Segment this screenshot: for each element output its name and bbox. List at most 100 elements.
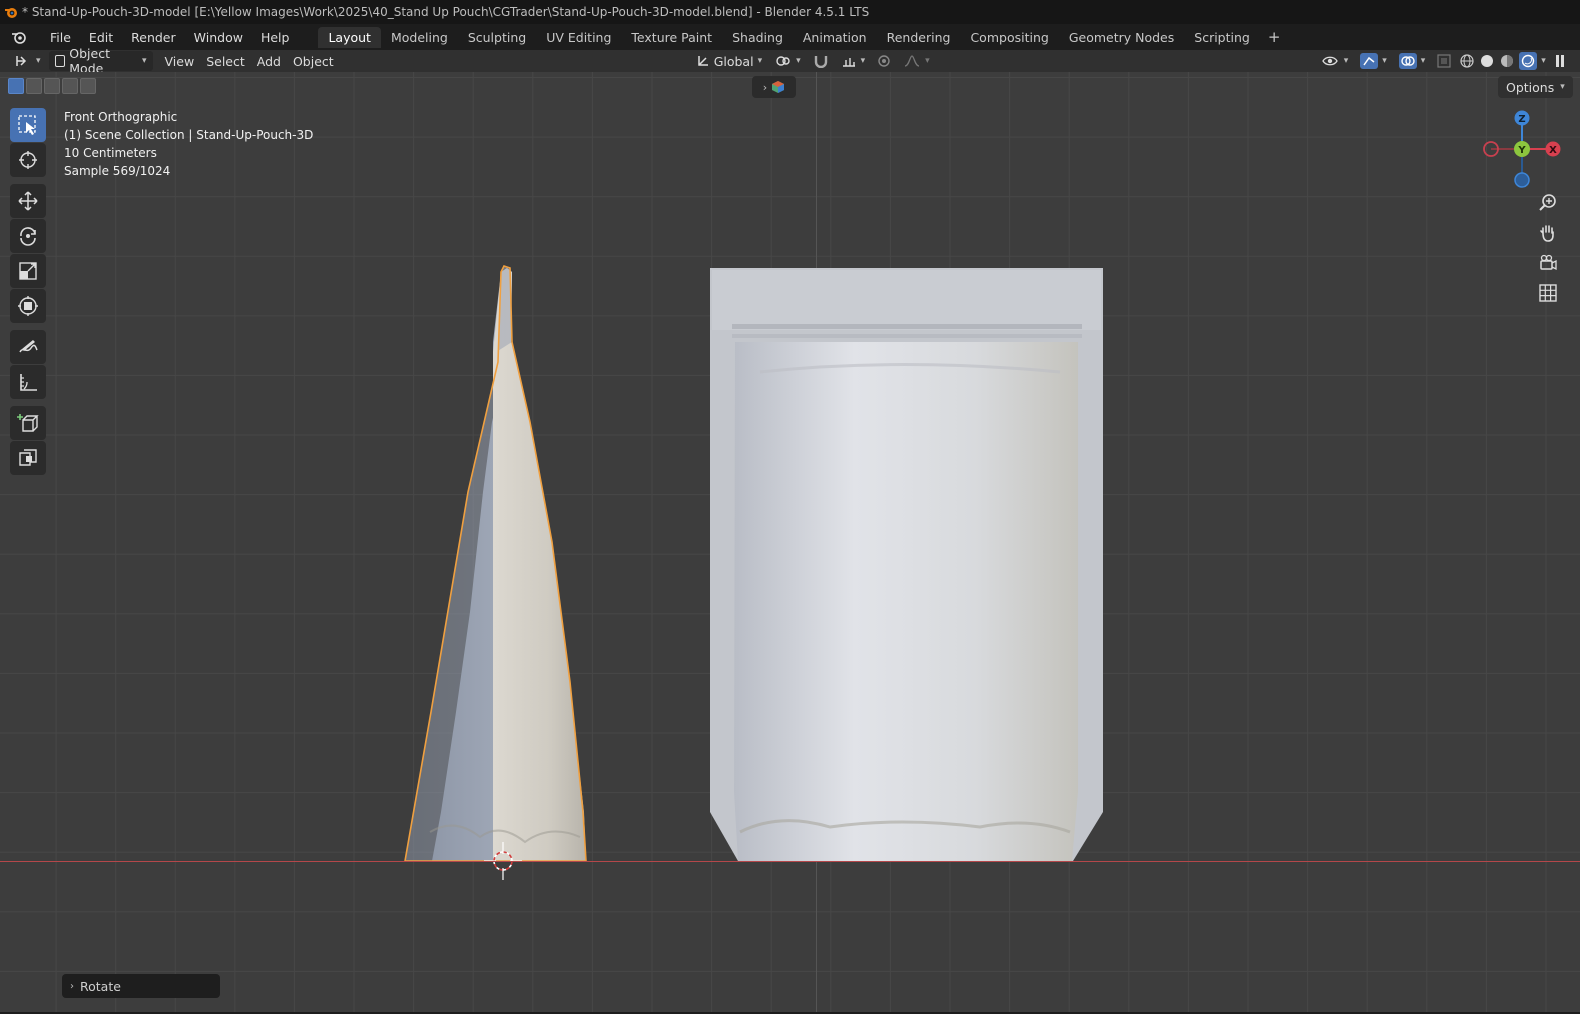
visibility-dropdown[interactable]: ▾ bbox=[1316, 51, 1355, 71]
window-title: * Stand-Up-Pouch-3D-model [E:\Yellow Ima… bbox=[22, 5, 870, 19]
z-axis-handle[interactable]: Z bbox=[1514, 110, 1530, 126]
shading-solid[interactable] bbox=[1477, 51, 1497, 71]
operator-label: Rotate bbox=[80, 978, 121, 994]
perspective-toggle-button[interactable] bbox=[1534, 280, 1562, 306]
chevron-down-icon: ▾ bbox=[142, 56, 147, 66]
object-mode-icon bbox=[54, 55, 66, 67]
cursor-icon bbox=[19, 151, 37, 169]
falloff-dropdown[interactable]: ▾ bbox=[897, 51, 936, 71]
pivot-point-button[interactable]: ▾ bbox=[768, 51, 807, 71]
navigation-gizmo[interactable]: Z X Y bbox=[1482, 108, 1568, 188]
select-new-mode[interactable] bbox=[8, 78, 24, 94]
mode-dropdown[interactable]: Object Mode ▾ bbox=[48, 46, 153, 76]
3d-viewport[interactable]: › Front Orthographic (1) Scene Collectio… bbox=[0, 72, 1580, 1012]
shading-wireframe[interactable] bbox=[1457, 51, 1477, 71]
chevron-down-icon: ▾ bbox=[1560, 82, 1565, 92]
snap-toggle[interactable] bbox=[807, 51, 835, 71]
pause-icon bbox=[1555, 55, 1564, 67]
side-pouch-model[interactable] bbox=[404, 265, 587, 862]
tab-shading[interactable]: Shading bbox=[722, 27, 793, 48]
menu-add[interactable]: Add bbox=[251, 51, 287, 71]
zoom-button[interactable] bbox=[1534, 190, 1562, 216]
add-workspace-icon[interactable]: + bbox=[1260, 28, 1289, 46]
render-sample-count: Sample 569/1024 bbox=[64, 164, 171, 178]
zoom-icon bbox=[1539, 194, 1556, 211]
camera-view-button[interactable] bbox=[1534, 250, 1562, 276]
pause-render-button[interactable] bbox=[1548, 51, 1572, 71]
menu-window[interactable]: Window bbox=[185, 30, 252, 45]
tool-rotate[interactable] bbox=[10, 219, 46, 253]
hand-icon bbox=[1540, 225, 1554, 242]
select-invert-mode[interactable] bbox=[62, 78, 78, 94]
collection-info: (1) Scene Collection | Stand-Up-Pouch-3D bbox=[64, 128, 314, 142]
tool-add-cube[interactable] bbox=[10, 406, 46, 440]
menu-edit[interactable]: Edit bbox=[80, 30, 122, 45]
rendered-sphere-icon bbox=[1519, 52, 1538, 70]
tool-scale-cage[interactable] bbox=[10, 441, 46, 475]
editor-type-button[interactable]: ▾ bbox=[8, 51, 47, 71]
title-bar: * Stand-Up-Pouch-3D-model [E:\Yellow Ima… bbox=[0, 0, 1580, 24]
orientation-label: Global bbox=[713, 53, 754, 69]
x-axis-handle[interactable]: X bbox=[1545, 141, 1561, 157]
last-operator-panel[interactable]: › Rotate bbox=[62, 974, 220, 998]
tab-uv-editing[interactable]: UV Editing bbox=[536, 27, 621, 48]
menu-object[interactable]: Object bbox=[287, 51, 340, 71]
scene-models bbox=[404, 265, 1103, 880]
proportional-icon bbox=[878, 55, 890, 67]
gizmo-toggle[interactable]: ▾ bbox=[1354, 51, 1393, 71]
xray-toggle[interactable] bbox=[1431, 51, 1457, 71]
pivot-icon bbox=[776, 56, 790, 66]
tool-transform[interactable] bbox=[10, 289, 46, 323]
annotate-icon bbox=[19, 340, 38, 353]
tool-cursor[interactable] bbox=[10, 143, 46, 177]
proportional-editing-toggle[interactable] bbox=[871, 51, 897, 71]
tab-geometry-nodes[interactable]: Geometry Nodes bbox=[1059, 27, 1184, 48]
snap-target-dropdown[interactable]: ▾ bbox=[835, 51, 872, 71]
options-dropdown[interactable]: Options ▾ bbox=[1498, 76, 1573, 98]
camera-icon bbox=[1540, 254, 1557, 271]
tool-move[interactable] bbox=[10, 184, 46, 218]
shading-rendered[interactable]: ▾ bbox=[1517, 51, 1548, 71]
select-intersect-mode[interactable] bbox=[80, 78, 96, 94]
editor-type-icon bbox=[16, 56, 27, 66]
add-cube-icon bbox=[17, 414, 39, 432]
tab-texture-paint[interactable]: Texture Paint bbox=[621, 27, 722, 48]
menu-select[interactable]: Select bbox=[200, 51, 251, 71]
tool-shelf bbox=[10, 108, 46, 476]
tab-sculpting[interactable]: Sculpting bbox=[458, 27, 536, 48]
menu-view[interactable]: View bbox=[159, 51, 201, 71]
transform-orientation-dropdown[interactable]: Global ▾ bbox=[690, 51, 768, 71]
svg-text:Y: Y bbox=[1517, 145, 1526, 156]
tool-measure[interactable] bbox=[10, 365, 46, 399]
tab-scripting[interactable]: Scripting bbox=[1184, 27, 1260, 48]
blender-logo-icon bbox=[0, 0, 22, 24]
scale-icon bbox=[19, 262, 37, 280]
select-subtract-mode[interactable] bbox=[44, 78, 60, 94]
menu-file[interactable]: File bbox=[41, 30, 80, 45]
pan-button[interactable] bbox=[1534, 220, 1562, 246]
negative-z-axis-handle[interactable] bbox=[1514, 172, 1530, 188]
collapsed-header-button[interactable]: › bbox=[752, 76, 796, 98]
tab-layout[interactable]: Layout bbox=[318, 26, 381, 48]
tool-annotate[interactable] bbox=[10, 330, 46, 364]
tool-select-box[interactable] bbox=[10, 108, 46, 142]
menu-help[interactable]: Help bbox=[252, 30, 299, 45]
y-axis-handle[interactable]: Y bbox=[1514, 141, 1530, 157]
front-pouch-model[interactable] bbox=[710, 268, 1103, 861]
tab-compositing[interactable]: Compositing bbox=[960, 27, 1058, 48]
tab-rendering[interactable]: Rendering bbox=[877, 27, 961, 48]
blender-menu-icon[interactable] bbox=[0, 30, 41, 44]
material-sphere-icon bbox=[1501, 55, 1514, 67]
tab-modeling[interactable]: Modeling bbox=[381, 27, 458, 48]
orientation-icon bbox=[697, 56, 708, 66]
shading-material[interactable] bbox=[1497, 51, 1517, 71]
overlays-toggle[interactable]: ▾ bbox=[1393, 51, 1432, 71]
scale-cage-icon bbox=[19, 449, 37, 466]
tab-animation[interactable]: Animation bbox=[793, 27, 877, 48]
select-extend-mode[interactable] bbox=[26, 78, 42, 94]
magnet-icon bbox=[814, 56, 827, 68]
menu-render[interactable]: Render bbox=[122, 30, 185, 45]
svg-text:X: X bbox=[1549, 145, 1557, 156]
xray-icon bbox=[1437, 54, 1451, 68]
tool-scale[interactable] bbox=[10, 254, 46, 288]
